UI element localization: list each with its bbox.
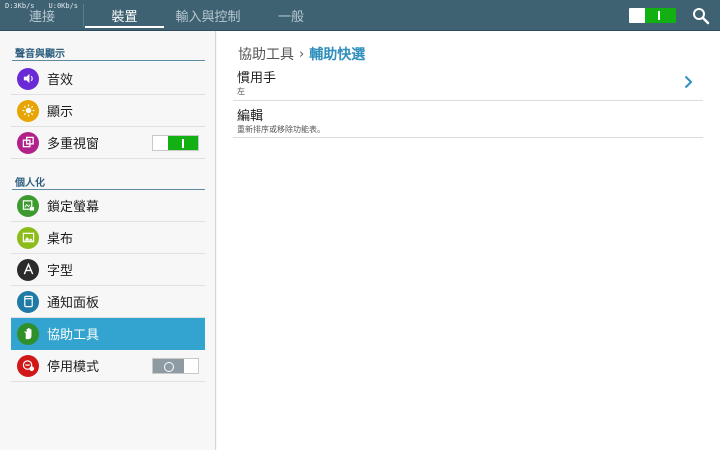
- sidebar-item-notification-panel[interactable]: 通知面板: [11, 286, 205, 318]
- blocking-mode-icon: [17, 354, 39, 377]
- sidebar-item-lock-screen[interactable]: 鎖定螢幕: [11, 190, 205, 222]
- toggle-track: [645, 8, 676, 23]
- setting-title: 慣用手: [237, 71, 277, 86]
- sidebar-item-wallpaper[interactable]: 桌布: [11, 222, 205, 254]
- section-header-sound-display: 聲音與顯示: [12, 41, 205, 61]
- chevron-right-icon: [684, 75, 693, 89]
- content-pane: 協助工具 › 輔助快選 慣用手 左 編輯 重新排序或移除功能表。: [217, 31, 720, 450]
- tab-device[interactable]: 裝置: [85, 0, 164, 31]
- search-icon: [693, 8, 710, 25]
- tab-connections[interactable]: 連接: [12, 0, 72, 31]
- breadcrumb: 協助工具 › 輔助快選: [238, 44, 365, 64]
- sidebar-item-label: 字型: [47, 264, 74, 279]
- sidebar-item-label: 通知面板: [47, 296, 100, 311]
- sidebar-item-label: 顯示: [47, 105, 74, 120]
- speaker-icon: [17, 67, 39, 90]
- search-button[interactable]: [692, 7, 710, 25]
- toggle-knob: [153, 136, 168, 150]
- toggle-track: [168, 136, 198, 150]
- hand-icon: [17, 322, 39, 345]
- toggle-track: [153, 359, 184, 373]
- lock-screen-icon: [17, 194, 39, 217]
- sidebar-item-label: 鎖定螢幕: [47, 200, 100, 215]
- wallpaper-icon: [17, 226, 39, 249]
- sidebar-item-label: 桌布: [47, 232, 74, 247]
- blocking-mode-toggle[interactable]: [152, 358, 199, 374]
- setting-row-edit[interactable]: 編輯 重新排序或移除功能表。: [233, 101, 703, 138]
- tab-general[interactable]: 一般: [258, 0, 324, 31]
- breadcrumb-separator: ›: [299, 46, 305, 62]
- sidebar-item-blocking-mode[interactable]: 停用模式: [11, 350, 205, 382]
- setting-value: 左: [237, 87, 245, 96]
- multi-window-icon: [17, 131, 39, 154]
- sidebar-item-multi-window[interactable]: 多重視窗: [11, 127, 205, 159]
- sidebar-item-label: 協助工具: [47, 328, 100, 343]
- tab-label: 輸入與控制: [175, 10, 241, 25]
- toggle-knob: [184, 359, 198, 373]
- font-icon: [17, 258, 39, 281]
- section-header-personalization: 個人化: [12, 170, 205, 190]
- tab-label: 連接: [28, 10, 55, 25]
- tab-label: 裝置: [111, 10, 138, 25]
- tab-divider: [83, 4, 84, 27]
- top-bar: D:3Kb/s U:0Kb/s 連接 裝置 輸入與控制 一般: [0, 0, 720, 31]
- sidebar-item-label: 音效: [47, 73, 74, 88]
- brightness-icon: [17, 99, 39, 122]
- toggle-knob: [629, 8, 645, 23]
- breadcrumb-parent[interactable]: 協助工具: [238, 44, 294, 64]
- page-title: 輔助快選: [309, 47, 366, 63]
- tab-label: 一般: [277, 10, 304, 25]
- setting-summary: 重新排序或移除功能表。: [237, 125, 325, 134]
- settings-sidebar: 聲音與顯示 音效 顯示 多重視窗 個人化 鎖定螢幕 桌布 字型 通知面板 協助工…: [0, 31, 216, 450]
- sidebar-item-label: 多重視窗: [47, 137, 100, 152]
- setting-row-dominant-hand[interactable]: 慣用手 左: [233, 64, 703, 101]
- master-toggle[interactable]: [629, 8, 676, 23]
- sidebar-item-font[interactable]: 字型: [11, 254, 205, 286]
- notification-panel-icon: [17, 290, 39, 313]
- setting-title: 編輯: [237, 109, 264, 124]
- sidebar-item-accessibility[interactable]: 協助工具: [11, 318, 205, 350]
- multi-window-toggle[interactable]: [152, 135, 199, 151]
- sidebar-item-sound[interactable]: 音效: [11, 63, 205, 95]
- sidebar-item-display[interactable]: 顯示: [11, 95, 205, 127]
- tab-input-control[interactable]: 輸入與控制: [168, 0, 248, 31]
- sidebar-item-label: 停用模式: [47, 360, 100, 375]
